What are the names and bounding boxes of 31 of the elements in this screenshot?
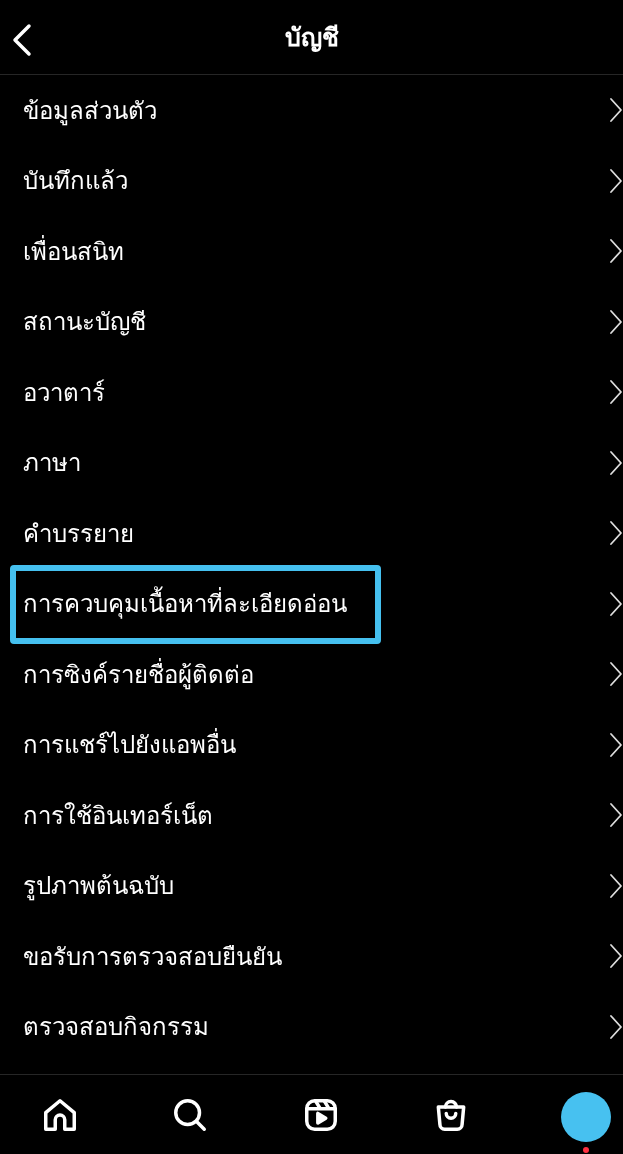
avatar [561, 1091, 611, 1142]
settings-item[interactable]: เพื่อนสนิท [0, 216, 623, 287]
chevron-right-icon [609, 731, 623, 758]
settings-item[interactable]: การแชร์ไปยังแอพอื่น [0, 709, 623, 780]
chevron-right-icon [609, 802, 623, 829]
settings-item[interactable]: ขอรับการตรวจสอบยืนยัน [0, 921, 623, 992]
settings-item[interactable]: อวาตาร์ [0, 357, 623, 428]
settings-item[interactable]: การใช้อินเทอร์เน็ต [0, 780, 623, 851]
chevron-right-icon [609, 167, 623, 194]
chevron-right-icon [609, 1013, 623, 1040]
chevron-right-icon [609, 872, 623, 899]
chevron-right-icon [609, 661, 623, 688]
settings-item[interactable]: ภาษา [0, 427, 623, 498]
chevron-right-icon [609, 238, 623, 265]
settings-item[interactable]: การซิงค์รายชื่อผู้ติดต่อ [0, 639, 623, 710]
chevron-right-icon [609, 379, 623, 406]
page-title: บัญชี [284, 22, 339, 54]
settings-item[interactable]: สถานะบัญชี [0, 286, 623, 357]
back-icon [11, 23, 33, 57]
settings-item[interactable]: ตรวจสอบกิจกรรม [0, 991, 623, 1062]
chevron-right-icon [609, 97, 623, 124]
settings-item[interactable]: รูปภาพต้นฉบับ [0, 850, 623, 921]
chevron-right-icon [609, 449, 623, 476]
settings-item[interactable]: บันทึกแล้ว [0, 145, 623, 216]
chevron-right-icon [609, 943, 623, 970]
settings-item[interactable]: คำบรรยาย [0, 498, 623, 569]
settings-item[interactable]: ข้อมูลส่วนตัว [0, 75, 623, 146]
chevron-right-icon [609, 308, 623, 335]
settings-item[interactable]: การควบคุมเนื้อหาที่ละเอียดอ่อน [0, 568, 623, 639]
chevron-right-icon [609, 520, 623, 547]
chevron-right-icon [609, 590, 623, 617]
